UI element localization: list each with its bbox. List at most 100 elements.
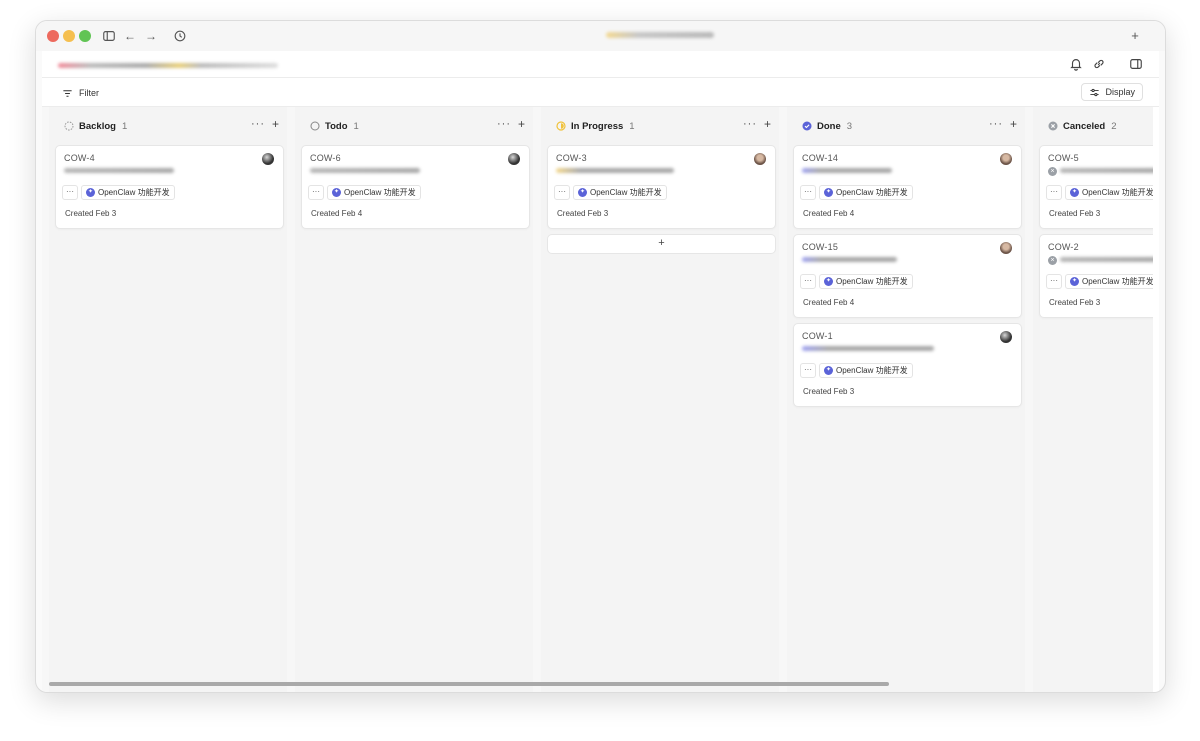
created-date: Created Feb 3 bbox=[803, 387, 855, 396]
issue-id: COW-3 bbox=[556, 153, 587, 163]
priority-more-icon[interactable]: ··· bbox=[1046, 274, 1062, 289]
column-canceled: Canceled 2 COW-5 × ··· ✦ OpenClaw 功能开发 Cre… bbox=[1033, 107, 1159, 692]
view-toolbar: Filter Display bbox=[42, 78, 1159, 107]
project-icon: ✦ bbox=[1070, 188, 1079, 197]
avatar[interactable] bbox=[1000, 331, 1012, 343]
horizontal-scrollbar[interactable] bbox=[49, 682, 889, 686]
issue-card[interactable]: COW-15 ··· ✦ OpenClaw 功能开发 Created Feb 4 bbox=[793, 234, 1022, 318]
project-chip[interactable]: ✦ OpenClaw 功能开发 bbox=[819, 274, 913, 289]
project-icon: ✦ bbox=[578, 188, 587, 197]
sidebar-toggle-icon[interactable] bbox=[101, 28, 117, 44]
breadcrumb-redacted bbox=[58, 63, 278, 68]
new-tab-plus-icon[interactable]: + bbox=[1127, 28, 1143, 44]
avatar[interactable] bbox=[262, 153, 274, 165]
issue-title-redacted bbox=[1060, 257, 1159, 262]
panel-toggle-icon[interactable] bbox=[1129, 57, 1143, 71]
project-chip[interactable]: ✦ OpenClaw 功能开发 bbox=[81, 185, 175, 200]
priority-more-icon[interactable]: ··· bbox=[62, 185, 78, 200]
filter-button[interactable]: Filter bbox=[62, 85, 99, 101]
issue-id: COW-1 bbox=[802, 331, 833, 341]
add-issue-icon[interactable]: + bbox=[518, 117, 525, 131]
more-icon[interactable]: ··· bbox=[497, 118, 511, 130]
project-icon: ✦ bbox=[824, 366, 833, 375]
filter-icon bbox=[63, 89, 72, 97]
priority-more-icon[interactable]: ··· bbox=[308, 185, 324, 200]
issue-id: COW-4 bbox=[64, 153, 95, 163]
issue-card[interactable]: COW-3 ··· ✦ OpenClaw 功能开发 Created Feb 3 bbox=[547, 145, 776, 229]
issue-id: COW-2 bbox=[1048, 242, 1079, 252]
more-icon[interactable]: ··· bbox=[989, 118, 1003, 130]
priority-more-icon[interactable]: ··· bbox=[1046, 185, 1062, 200]
add-issue-icon[interactable]: + bbox=[272, 117, 279, 131]
avatar[interactable] bbox=[754, 153, 766, 165]
issue-card[interactable]: COW-2 × ··· ✦ OpenClaw 功能开发 Created Feb 3 bbox=[1039, 234, 1159, 318]
issue-title-redacted bbox=[802, 168, 892, 173]
more-icon[interactable]: ··· bbox=[251, 118, 265, 130]
avatar[interactable] bbox=[1000, 242, 1012, 254]
issue-card[interactable]: COW-14 ··· ✦ OpenClaw 功能开发 Created Feb 4 bbox=[793, 145, 1022, 229]
bell-icon[interactable] bbox=[1069, 57, 1083, 71]
issue-meta: ··· ✦ OpenClaw 功能开发 bbox=[1046, 274, 1159, 289]
project-chip[interactable]: ✦ OpenClaw 功能开发 bbox=[1065, 185, 1159, 200]
issue-title-redacted bbox=[64, 168, 174, 173]
link-icon[interactable] bbox=[1092, 57, 1106, 71]
priority-more-icon[interactable]: ··· bbox=[800, 274, 816, 289]
forward-arrow-icon[interactable]: → bbox=[143, 28, 159, 44]
priority-more-icon[interactable]: ··· bbox=[800, 363, 816, 378]
issue-title-redacted bbox=[556, 168, 674, 173]
issue-title-redacted bbox=[310, 168, 420, 173]
project-icon: ✦ bbox=[86, 188, 95, 197]
issue-id: COW-14 bbox=[802, 153, 839, 163]
add-issue-icon[interactable]: + bbox=[1010, 117, 1017, 131]
backlog-icon bbox=[64, 121, 74, 131]
column-done: Done 3 ··· + COW-14 ··· ✦ OpenClaw 功能开发 Cr… bbox=[787, 107, 1025, 692]
column-header: In Progress 1 ··· + bbox=[541, 107, 779, 145]
canceled-status-icon: × bbox=[1048, 256, 1057, 265]
project-chip[interactable]: ✦ OpenClaw 功能开发 bbox=[819, 185, 913, 200]
avatar[interactable] bbox=[508, 153, 520, 165]
history-icon[interactable] bbox=[172, 28, 188, 44]
column-count: 1 bbox=[629, 121, 635, 132]
column-count: 2 bbox=[1111, 121, 1117, 132]
issue-card[interactable]: COW-1 ··· ✦ OpenClaw 功能开发 Created Feb 3 bbox=[793, 323, 1022, 407]
add-card-button[interactable]: + bbox=[547, 234, 776, 254]
project-chip[interactable]: ✦ OpenClaw 功能开发 bbox=[573, 185, 667, 200]
priority-more-icon[interactable]: ··· bbox=[554, 185, 570, 200]
created-date: Created Feb 4 bbox=[803, 209, 855, 218]
column-header: Done 3 ··· + bbox=[787, 107, 1025, 145]
project-icon: ✦ bbox=[1070, 277, 1079, 286]
issue-card[interactable]: COW-5 × ··· ✦ OpenClaw 功能开发 Created Feb 3 bbox=[1039, 145, 1159, 229]
filter-label: Filter bbox=[79, 88, 99, 98]
close-window-button[interactable] bbox=[47, 30, 59, 42]
window-title-redacted bbox=[606, 32, 714, 38]
more-icon[interactable]: ··· bbox=[743, 118, 757, 130]
app-window: ← → + Filter Display Backlog 1 ··· + COW… bbox=[35, 20, 1166, 693]
column-header: Canceled 2 bbox=[1033, 107, 1159, 145]
project-chip[interactable]: ✦ OpenClaw 功能开发 bbox=[1065, 274, 1159, 289]
kanban-board: Backlog 1 ··· + COW-4 ··· ✦ OpenClaw 功能开发 … bbox=[42, 107, 1159, 692]
back-arrow-icon[interactable]: ← bbox=[122, 28, 138, 44]
issue-meta: ··· ✦ OpenClaw 功能开发 bbox=[62, 185, 175, 200]
page-header bbox=[42, 51, 1159, 78]
zoom-window-button[interactable] bbox=[79, 30, 91, 42]
column-count: 1 bbox=[121, 121, 128, 132]
issue-meta: ··· ✦ OpenClaw 功能开发 bbox=[308, 185, 421, 200]
project-chip[interactable]: ✦ OpenClaw 功能开发 bbox=[327, 185, 421, 200]
column-title: Backlog 1 bbox=[79, 121, 128, 132]
project-icon: ✦ bbox=[332, 188, 341, 197]
in-progress-icon bbox=[556, 121, 566, 131]
minimize-window-button[interactable] bbox=[63, 30, 75, 42]
issue-meta: ··· ✦ OpenClaw 功能开发 bbox=[800, 363, 913, 378]
issue-card[interactable]: COW-4 ··· ✦ OpenClaw 功能开发 Created Feb 3 bbox=[55, 145, 284, 229]
display-button[interactable]: Display bbox=[1081, 83, 1143, 101]
avatar[interactable] bbox=[1000, 153, 1012, 165]
column-title: In Progress 1 bbox=[571, 121, 635, 132]
column-title: Done 3 bbox=[817, 121, 853, 132]
column-backlog: Backlog 1 ··· + COW-4 ··· ✦ OpenClaw 功能开发 … bbox=[49, 107, 287, 692]
issue-title-redacted bbox=[802, 257, 897, 262]
project-icon: ✦ bbox=[824, 277, 833, 286]
priority-more-icon[interactable]: ··· bbox=[800, 185, 816, 200]
project-chip[interactable]: ✦ OpenClaw 功能开发 bbox=[819, 363, 913, 378]
add-issue-icon[interactable]: + bbox=[764, 117, 771, 131]
issue-card[interactable]: COW-6 ··· ✦ OpenClaw 功能开发 Created Feb 4 bbox=[301, 145, 530, 229]
